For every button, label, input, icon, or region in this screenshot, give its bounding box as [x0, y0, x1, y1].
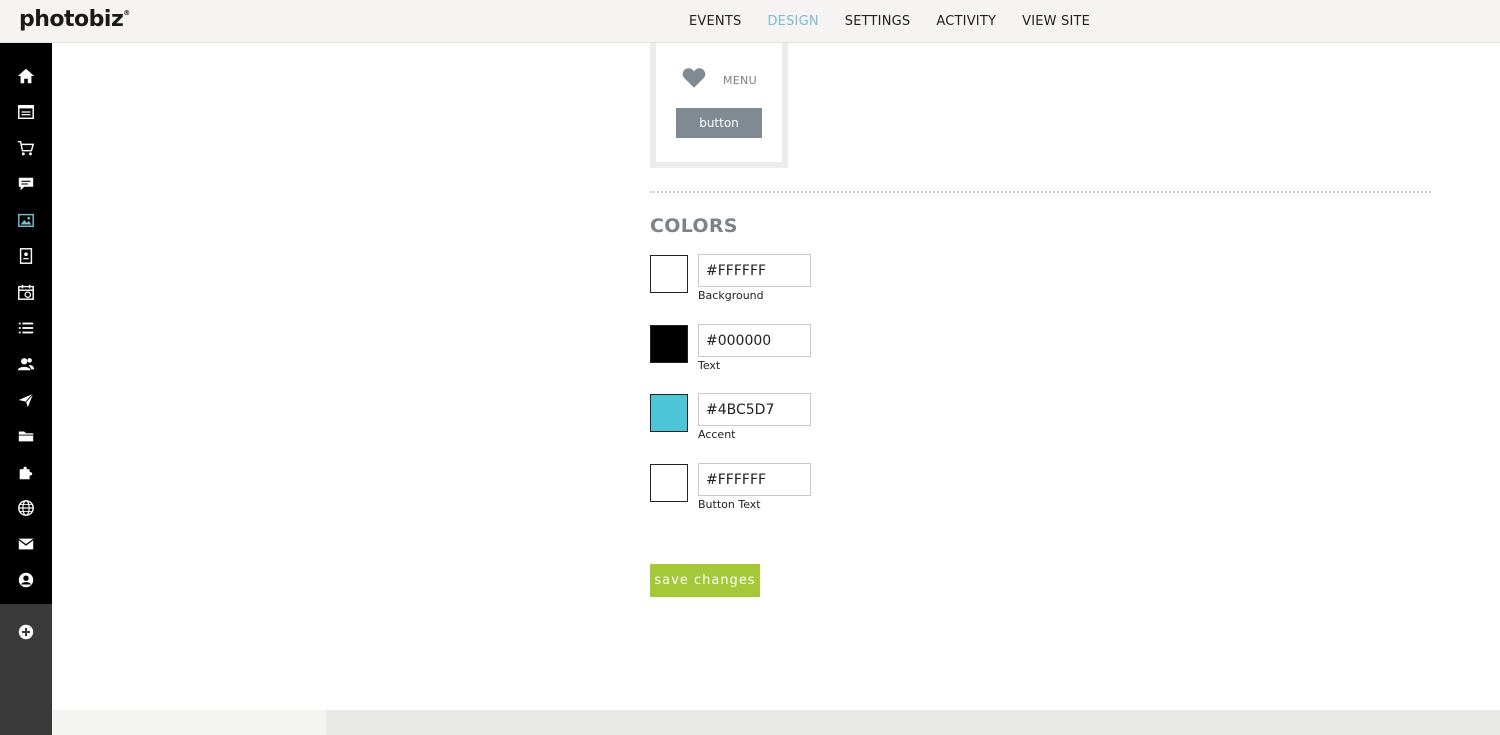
globe-icon[interactable]	[16, 498, 36, 518]
section-divider	[650, 191, 1431, 193]
accent-color-label: Accent	[698, 428, 736, 441]
footer-left	[52, 710, 326, 735]
mail-icon[interactable]	[16, 534, 36, 554]
color-row-accent: Accent	[650, 393, 820, 449]
nav-settings[interactable]: SETTINGS	[845, 14, 911, 29]
color-row-button-text: Button Text	[650, 463, 820, 519]
folder-icon[interactable]	[16, 426, 36, 446]
website-icon[interactable]	[16, 102, 36, 122]
puzzle-icon[interactable]	[16, 462, 36, 482]
nav-activity[interactable]: ACTIVITY	[936, 14, 996, 29]
top-nav: EVENTS DESIGN SETTINGS ACTIVITY VIEW SIT…	[689, 14, 1116, 29]
send-icon[interactable]	[16, 390, 36, 410]
design-preview-card: MENU button	[650, 43, 788, 168]
heart-icon	[682, 68, 706, 88]
photobiz-logo[interactable]: photobiz®	[19, 7, 130, 32]
button-text-color-input[interactable]	[698, 463, 811, 496]
chat-icon[interactable]	[16, 174, 36, 194]
nav-design[interactable]: DESIGN	[767, 14, 818, 29]
colors-section-title: COLORS	[650, 215, 738, 237]
top-bar: photobiz® EVENTS DESIGN SETTINGS ACTIVIT…	[0, 0, 1500, 43]
contacts-icon[interactable]	[16, 354, 36, 374]
background-color-swatch[interactable]	[650, 255, 688, 293]
color-row-text: Text	[650, 324, 820, 380]
sidebar	[0, 43, 52, 735]
background-color-input[interactable]	[698, 254, 811, 287]
list-icon[interactable]	[16, 318, 36, 338]
document-icon[interactable]	[16, 246, 36, 266]
gallery-icon[interactable]	[16, 210, 36, 230]
text-color-input[interactable]	[698, 324, 811, 357]
accent-color-input[interactable]	[698, 393, 811, 426]
cart-icon[interactable]	[16, 138, 36, 158]
home-icon[interactable]	[16, 66, 36, 86]
nav-events[interactable]: EVENTS	[689, 14, 741, 29]
color-row-background: Background	[650, 254, 820, 310]
background-color-label: Background	[698, 289, 764, 302]
save-changes-button[interactable]: save changes	[650, 564, 760, 597]
button-text-color-swatch[interactable]	[650, 464, 688, 502]
button-text-color-label: Button Text	[698, 498, 761, 511]
footer-right	[326, 710, 1500, 735]
text-color-swatch[interactable]	[650, 325, 688, 363]
add-icon[interactable]	[16, 622, 36, 642]
account-icon[interactable]	[16, 570, 36, 590]
nav-view-site[interactable]: VIEW SITE	[1022, 14, 1090, 29]
accent-color-swatch[interactable]	[650, 394, 688, 432]
calendar-icon[interactable]	[16, 282, 36, 302]
text-color-label: Text	[698, 359, 721, 372]
preview-button: button	[676, 108, 762, 138]
preview-menu-label: MENU	[723, 74, 757, 87]
